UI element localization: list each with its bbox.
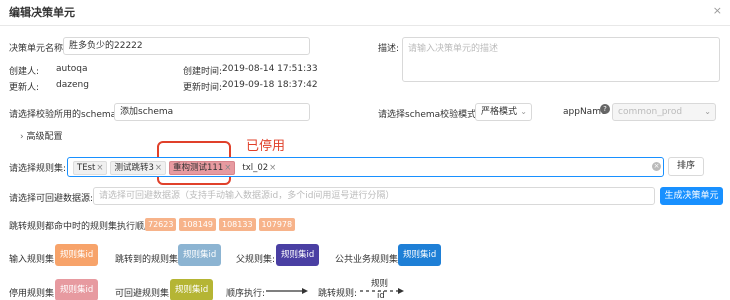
jump-order-label: 跳转规则都命中时的规则集执行顺序: bbox=[9, 222, 157, 232]
advanced-toggle[interactable]: › 高级配置 bbox=[20, 129, 63, 142]
updated-time-value: 2019-09-18 18:37:42 bbox=[222, 80, 318, 90]
close-icon[interactable]: × bbox=[713, 4, 722, 17]
legend-sequence-label: 顺序执行: bbox=[226, 289, 266, 299]
legend-input-badge: 规则集id bbox=[55, 244, 99, 266]
help-icon[interactable]: ? bbox=[600, 104, 610, 114]
app-name-value: common_prod bbox=[618, 107, 683, 117]
creator-label: 创建人: bbox=[9, 67, 40, 77]
chevron-down-icon: ⌄ bbox=[704, 107, 711, 116]
jump-rule-text-bottom: id bbox=[377, 291, 385, 300]
dialog-title: 编辑决策单元 bbox=[9, 6, 75, 19]
chevron-down-icon: ⌄ bbox=[520, 107, 527, 116]
generate-unit-button[interactable]: 生成决策单元 bbox=[660, 187, 723, 205]
annotation-text: 已停用 bbox=[246, 139, 286, 154]
header-divider bbox=[0, 25, 730, 26]
avoid-data-label: 请选择可回避数据源: bbox=[9, 194, 94, 204]
order-id-tag: 108149 bbox=[179, 218, 216, 231]
schema-select-value: 添加schema bbox=[120, 107, 174, 117]
schema-mode-label: 请选择schema校验模式: bbox=[378, 110, 480, 120]
schema-select[interactable]: 添加schema bbox=[114, 103, 310, 121]
updater-value: dazeng bbox=[56, 80, 89, 90]
close-icon[interactable]: × bbox=[155, 163, 162, 173]
jump-order-list: 72623 108149 108133 107978 bbox=[145, 218, 298, 231]
order-id-tag: 107978 bbox=[258, 218, 296, 231]
sort-button[interactable]: 排序 bbox=[668, 157, 704, 176]
order-id-tag: 72623 bbox=[145, 218, 177, 231]
schema-mode-select[interactable]: 严格模式 ⌄ bbox=[475, 103, 532, 121]
close-icon[interactable]: × bbox=[269, 163, 276, 173]
app-name-select: common_prod ⌄ bbox=[612, 103, 716, 121]
avoid-data-input[interactable]: 请选择可回避数据源（支持手动输入数据源id，多个id间用逗号进行分隔） bbox=[93, 187, 655, 205]
creator-value: autoqa bbox=[56, 64, 88, 74]
legend-jump-to-label: 跳转到的规则集: bbox=[115, 255, 182, 265]
close-icon[interactable]: × bbox=[224, 163, 231, 173]
rule-set-tag[interactable]: 测试跳转3× bbox=[110, 161, 166, 175]
legend-disabled-label: 停用规则集: bbox=[9, 289, 58, 299]
legend-jump-rule-label: 跳转规则: bbox=[318, 289, 358, 299]
rule-set-tag[interactable]: txl_02× bbox=[238, 161, 281, 175]
updated-time-label: 更新时间: bbox=[183, 83, 223, 93]
legend-public-label: 公共业务规则集: bbox=[335, 255, 402, 265]
legend-input-label: 输入规则集: bbox=[9, 255, 58, 265]
chevron-right-icon: › bbox=[20, 132, 24, 142]
jump-rule-text-top: 规则 bbox=[371, 279, 389, 289]
advanced-label: 高级配置 bbox=[26, 132, 63, 142]
solid-arrow-icon bbox=[266, 288, 308, 294]
rule-sets-label: 请选择规则集: bbox=[9, 164, 67, 174]
rule-sets-select[interactable]: TEst× 测试跳转3× 重构测试111× txl_02× bbox=[67, 157, 664, 177]
rule-set-tag-disabled[interactable]: 重构测试111× bbox=[169, 161, 236, 175]
rule-set-tag[interactable]: TEst× bbox=[73, 161, 108, 175]
description-textarea[interactable]: 请输入决策单元的描述 bbox=[402, 37, 720, 82]
clear-icon[interactable]: × bbox=[652, 162, 661, 171]
unit-name-label: 决策单元名称: bbox=[9, 44, 67, 54]
legend-avoid-badge: 规则集id bbox=[170, 279, 214, 300]
legend-disabled-badge: 规则集id bbox=[55, 279, 99, 300]
description-label: 描述: bbox=[378, 44, 400, 54]
created-time-label: 创建时间: bbox=[183, 67, 223, 77]
legend-avoid-label: 可回避规则集: bbox=[115, 289, 173, 299]
schema-label: 请选择校验所用的schema: bbox=[9, 110, 120, 120]
legend-jump-to-badge: 规则集id bbox=[178, 244, 222, 266]
legend-parent-badge: 规则集id bbox=[276, 244, 320, 266]
updater-label: 更新人: bbox=[9, 83, 40, 93]
legend-public-badge: 规则集id bbox=[398, 244, 442, 266]
schema-mode-value: 严格模式 bbox=[481, 107, 518, 117]
unit-name-input[interactable]: 胜多负少的22222 bbox=[63, 37, 310, 55]
close-icon[interactable]: × bbox=[96, 163, 103, 173]
order-id-tag: 108133 bbox=[219, 218, 256, 231]
created-time-value: 2019-08-14 17:51:33 bbox=[222, 64, 318, 74]
legend-parent-label: 父规则集: bbox=[236, 255, 276, 265]
